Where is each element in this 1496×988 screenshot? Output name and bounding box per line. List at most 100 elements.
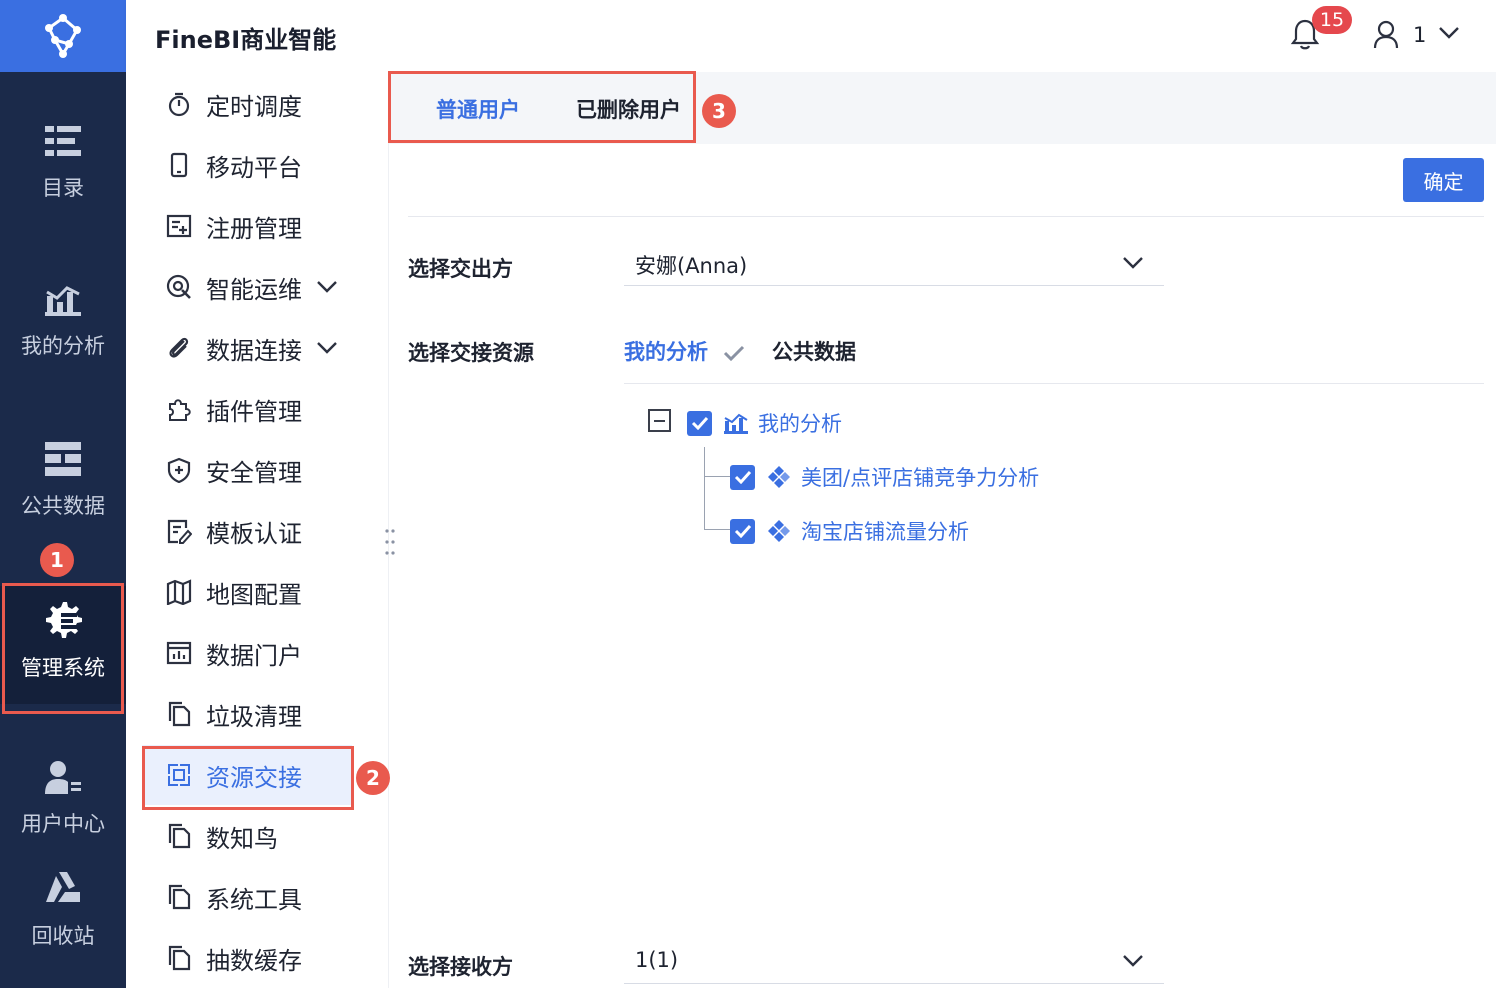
menu-item-shuzhiniao[interactable]: 数知鸟 (142, 806, 352, 866)
dashboard-icon (767, 519, 791, 543)
resource-label: 选择交接资源 (408, 341, 534, 365)
rail-item-label: 目录 (42, 176, 84, 200)
tree-connector (704, 447, 705, 529)
puzzle-icon (166, 396, 192, 422)
menu-item-label: 插件管理 (206, 397, 302, 426)
menu-item-registration[interactable]: 注册管理 (142, 196, 352, 256)
menu-item-plugins[interactable]: 插件管理 (142, 379, 352, 439)
menu-item-mobile[interactable]: 移动平台 (142, 135, 352, 195)
shield-icon (166, 457, 192, 483)
stopwatch-icon (166, 91, 192, 117)
recycle-icon (46, 872, 80, 902)
menu-item-label: 地图配置 (206, 580, 302, 609)
tree-node-child[interactable]: 美团/点评店铺竞争力分析 (730, 462, 1039, 492)
resize-handle-icon[interactable] (384, 528, 396, 556)
copy-icon (166, 884, 192, 910)
menu-item-smart-ops[interactable]: 智能运维 (142, 257, 352, 317)
rail-item-user-center[interactable]: 用户中心 (0, 760, 126, 838)
menu-item-garbage-cleanup[interactable]: 垃圾清理 (142, 684, 352, 744)
analysis-chart-icon (45, 286, 81, 316)
to-select-value: 1(1) (635, 948, 679, 972)
to-select[interactable]: 1(1) (624, 940, 1164, 984)
menu-item-template-cert[interactable]: 模板认证 (142, 501, 352, 561)
menu-item-label: 数知鸟 (206, 824, 278, 853)
from-label: 选择交出方 (408, 257, 513, 281)
copy-icon (166, 945, 192, 971)
copy-icon (166, 823, 192, 849)
admin-submenu: 定时调度 移动平台 注册管理 智能运维 数据连接 插件管理 安全管理 模板认证 … (126, 72, 389, 988)
tree-connector (704, 529, 730, 530)
tree-node-label: 美团/点评店铺竞争力分析 (801, 466, 1040, 490)
top-bar: FineBI商业智能 15 1 (126, 0, 1496, 72)
to-label: 选择接收方 (408, 955, 513, 979)
chevron-down-icon[interactable] (1438, 26, 1460, 40)
rail-item-my-analysis[interactable]: 我的分析 (0, 282, 126, 360)
menu-item-label: 模板认证 (206, 519, 302, 548)
highlight-box (388, 71, 696, 143)
collapse-toggle[interactable] (648, 409, 671, 432)
tree-connector (704, 476, 730, 477)
menu-item-label: 垃圾清理 (206, 702, 302, 731)
logo-icon (45, 14, 81, 58)
mobile-icon (166, 152, 192, 178)
menu-item-security[interactable]: 安全管理 (142, 440, 352, 500)
highlight-box (142, 746, 354, 810)
user-name[interactable]: 1 (1413, 23, 1426, 47)
confirm-button[interactable]: 确定 (1403, 158, 1484, 202)
resource-tab-public-data[interactable]: 公共数据 (772, 336, 856, 366)
paperclip-icon (166, 335, 192, 361)
menu-item-system-tools[interactable]: 系统工具 (142, 867, 352, 927)
dashboard-icon (767, 465, 791, 489)
register-icon (166, 213, 192, 239)
menu-item-extract-cache[interactable]: 抽数缓存 (142, 928, 352, 988)
menu-item-data-connection[interactable]: 数据连接 (142, 318, 352, 378)
menu-item-label: 数据连接 (206, 336, 302, 365)
menu-item-schedule[interactable]: 定时调度 (142, 74, 352, 134)
user-icon[interactable] (1372, 20, 1400, 50)
rail-item-catalog[interactable]: 目录 (0, 124, 126, 202)
chevron-down-icon[interactable] (316, 280, 338, 294)
map-icon (166, 579, 192, 605)
from-select-value: 安娜(Anna) (635, 254, 748, 278)
step-marker: 2 (356, 761, 390, 795)
copy-icon (166, 701, 192, 727)
app-title: FineBI商业智能 (155, 26, 337, 54)
divider (408, 216, 1484, 217)
step-marker: 3 (702, 94, 736, 128)
check-icon (724, 345, 745, 362)
tree-node-label: 淘宝店铺流量分析 (801, 520, 969, 544)
checkbox-checked[interactable] (730, 518, 755, 544)
notification-badge: 15 (1312, 6, 1352, 34)
tree-node-root[interactable]: 我的分析 (687, 408, 842, 438)
rail-item-label: 回收站 (31, 924, 95, 948)
tree-node-child[interactable]: 淘宝店铺流量分析 (730, 516, 969, 546)
catalog-icon (45, 126, 81, 156)
menu-item-data-portal[interactable]: 数据门户 (142, 623, 352, 683)
menu-item-label: 定时调度 (206, 92, 302, 121)
rail-item-public-data[interactable]: 公共数据 (0, 442, 126, 520)
rail-item-label: 公共数据 (21, 494, 105, 518)
menu-item-label: 智能运维 (206, 275, 302, 304)
checkbox-checked[interactable] (687, 410, 712, 436)
divider (624, 383, 1484, 384)
portal-icon (166, 640, 192, 666)
rail-item-recycle-bin[interactable]: 回收站 (0, 872, 126, 950)
nav-rail: 目录 我的分析 公共数据 管理系统 用户中心 回收站 (0, 0, 126, 988)
app-logo[interactable] (0, 0, 126, 72)
chevron-down-icon (1123, 257, 1143, 269)
ops-icon (166, 274, 192, 300)
public-data-icon (45, 442, 81, 476)
chevron-down-icon[interactable] (316, 341, 338, 355)
template-cert-icon (166, 518, 192, 544)
tree-node-label: 我的分析 (758, 412, 842, 436)
menu-item-map-config[interactable]: 地图配置 (142, 562, 352, 622)
resource-tab-label: 我的分析 (624, 340, 708, 364)
from-select[interactable]: 安娜(Anna) (624, 242, 1164, 286)
chevron-down-icon (1123, 955, 1143, 967)
checkbox-checked[interactable] (730, 464, 755, 490)
step-marker: 1 (40, 543, 74, 577)
analysis-chart-icon (724, 412, 748, 434)
menu-item-label: 抽数缓存 (206, 946, 302, 975)
resource-tab-my-analysis[interactable]: 我的分析 (624, 336, 745, 366)
rail-item-label: 我的分析 (21, 334, 105, 358)
